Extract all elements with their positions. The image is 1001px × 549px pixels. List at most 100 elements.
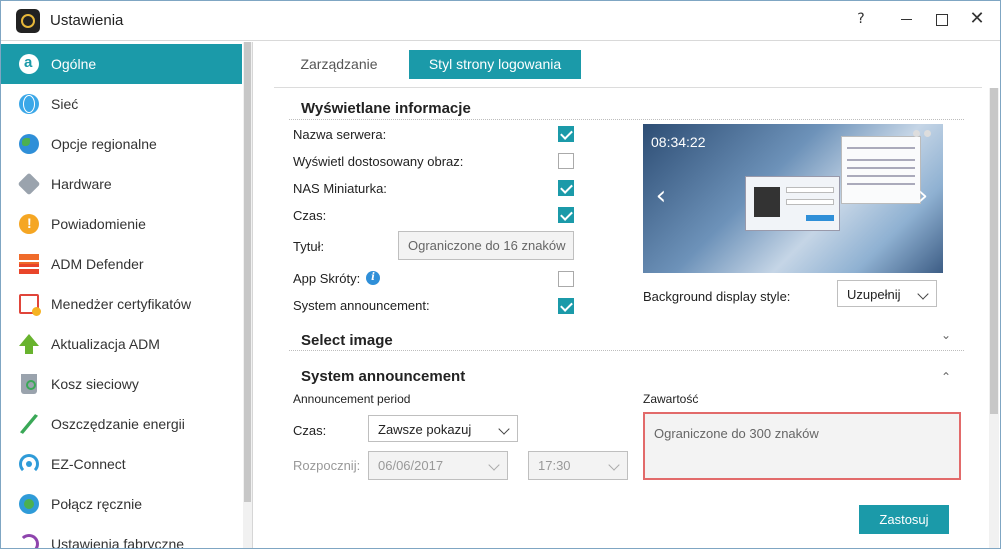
start-date-value: 06/06/2017 [378,458,444,473]
apply-button[interactable]: Zastosuj [859,505,949,534]
login-page-preview: 08:34:22 ‹ › [643,124,943,273]
sidebar-item-defender[interactable]: ADM Defender [1,244,242,284]
preview-announcement-box [841,136,921,204]
announcement-period-label: Announcement period [293,392,411,406]
start-label: Rozpocznij: [293,458,361,473]
minimize-icon[interactable] [895,7,919,31]
sidebar-item-label: Ustawienia fabryczne [51,536,185,549]
preview-text-line [847,167,915,169]
next-arrow-icon[interactable]: › [911,183,935,209]
app-shortcuts-label: App Skróty: [293,271,361,286]
previous-arrow-icon[interactable]: ‹ [649,183,673,209]
sidebar-item-label: Hardware [51,176,112,192]
sidebar-item-label: ADM Defender [51,256,144,272]
world-map-icon [19,134,39,154]
start-date-select[interactable]: 06/06/2017 [368,451,508,480]
window-title: Ustawienia [50,12,124,29]
preview-password-field [786,199,834,205]
sidebar-item-label: Aktualizacja ADM [51,336,160,352]
tab-divider [274,87,982,88]
main-panel: Zarządzanie Styl strony logowania Wyświe… [254,42,1000,548]
app-icon [16,9,40,33]
sidebar-item-label: Powiadomienie [51,216,146,232]
content-placeholder: Ograniczone do 300 znaków [654,426,819,441]
announcement-time-value: Zawsze pokazuj [378,422,472,437]
preview-login-box [745,176,840,231]
sidebar-item-certificates[interactable]: Menedżer certyfikatów [1,284,242,324]
sidebar-item-ez-connect[interactable]: EZ-Connect [1,444,242,484]
background-style-select[interactable]: Uzupełnij [837,280,937,307]
sidebar-scrollbar[interactable] [243,42,252,548]
sidebar-item-label: Opcje regionalne [51,136,157,152]
upload-arrow-icon [19,334,39,354]
preview-login-button [806,215,834,221]
section-title-system-announcement[interactable]: System announcement [301,368,465,385]
title-bar: Ustawienia ? ✕ [1,1,1000,41]
cloud-connect-icon [19,454,39,474]
sidebar-item-energy[interactable]: Oszczędzanie energii [1,404,242,444]
sidebar-item-adm-update[interactable]: Aktualizacja ADM [1,324,242,364]
sidebar-item-network[interactable]: Sieć [1,84,242,124]
title-input[interactable]: Ograniczone do 16 znaków [398,231,574,260]
sidebar-item-label: Menedżer certyfikatów [51,296,192,312]
section-divider [289,350,964,351]
chevron-down-icon [488,459,500,471]
sidebar-item-notification[interactable]: Powiadomienie [1,204,242,244]
background-style-value: Uzupełnij [847,287,901,302]
sidebar-item-label: Sieć [51,96,79,112]
sidebar-item-hardware[interactable]: Hardware [1,164,242,204]
settings-window: Ustawienia ? ✕ Ogólne Sieć Opcje regiona… [0,0,1001,549]
tab-management[interactable]: Zarządzanie [294,50,384,79]
custom-image-label: Wyświetl dostosowany obraz: [293,154,464,169]
info-icon[interactable]: i [366,271,380,285]
nas-device-icon [754,187,780,217]
preview-shortcut-icons [913,130,933,138]
preview-clock: 08:34:22 [651,134,706,150]
app-shortcuts-checkbox[interactable] [558,271,574,287]
time-label: Czas: [293,208,327,223]
chevron-down-icon[interactable]: ⌄ [940,328,952,342]
announcement-time-label: Czas: [293,423,327,438]
time-checkbox[interactable] [558,207,574,223]
custom-image-checkbox[interactable] [558,153,574,169]
main-scrollbar[interactable] [989,88,999,548]
sidebar-item-regional[interactable]: Opcje regionalne [1,124,242,164]
chevron-down-icon [608,459,620,471]
reset-arrow-icon [19,534,39,548]
sidebar-item-general[interactable]: Ogólne [1,44,242,84]
chevron-up-icon[interactable]: ⌃ [940,370,952,384]
certificate-icon [19,294,41,316]
globe-icon [19,94,39,114]
section-title-select-image[interactable]: Select image [301,332,393,349]
tab-login-style[interactable]: Styl strony logowania [409,50,581,79]
start-time-select[interactable]: 17:30 [528,451,628,480]
server-name-checkbox[interactable] [558,126,574,142]
nas-thumbnail-label: NAS Miniaturka: [293,181,387,196]
system-announcement-checkbox[interactable] [558,298,574,314]
background-style-label: Background display style: [643,289,791,304]
nas-thumbnail-checkbox[interactable] [558,180,574,196]
content-label: Zawartość [643,392,699,406]
sidebar-item-manual-connect[interactable]: Połącz ręcznie [1,484,242,524]
sidebar-scrollbar-thumb[interactable] [244,42,251,502]
sidebar: Ogólne Sieć Opcje regionalne Hardware Po… [1,42,253,549]
preview-text-line [847,159,915,161]
start-time-value: 17:30 [538,458,571,473]
firewall-icon [19,254,39,274]
announcement-content-textarea[interactable]: Ograniczone do 300 znaków [643,412,961,480]
system-announcement-label: System announcement: [293,298,430,313]
main-scrollbar-thumb[interactable] [990,88,998,414]
help-icon[interactable]: ? [849,7,873,31]
announcement-time-select[interactable]: Zawsze pokazuj [368,415,518,442]
section-divider [289,119,964,120]
general-icon [19,54,39,74]
preview-text-line [847,183,915,185]
sidebar-item-recycle-bin[interactable]: Kosz sieciowy [1,364,242,404]
maximize-icon[interactable] [929,7,953,31]
chevron-down-icon [917,288,929,300]
sidebar-item-label: Ogólne [51,56,97,72]
section-title-display-info: Wyświetlane informacje [301,100,471,117]
close-icon[interactable]: ✕ [965,7,989,31]
sidebar-item-factory-reset[interactable]: Ustawienia fabryczne [1,524,242,549]
sidebar-item-label: Kosz sieciowy [51,376,139,392]
